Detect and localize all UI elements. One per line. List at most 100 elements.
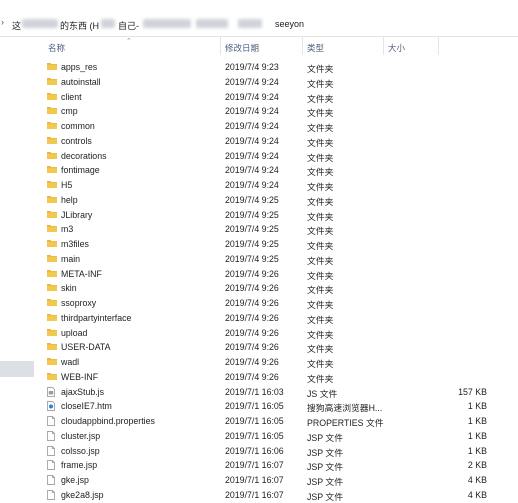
file-row[interactable]: autoinstall 2019/7/4 9:24 文件夹	[44, 75, 518, 90]
breadcrumb-segment-3[interactable]: 自己-	[118, 19, 139, 32]
file-icon	[47, 416, 58, 426]
file-row[interactable]: ajaxStub.js 2019/7/1 16:03 JS 文件 157 KB	[44, 385, 518, 400]
file-row[interactable]: closeIE7.htm 2019/7/1 16:05 搜狗高速浏览器H... 1 K…	[44, 399, 518, 414]
file-modified-date: 2019/7/4 9:26	[225, 327, 279, 338]
folder-icon	[47, 165, 58, 174]
file-row[interactable]: cluster.jsp 2019/7/1 16:05 JSP 文件 1 KB	[44, 429, 518, 444]
chevron-right-icon[interactable]: ›	[1, 17, 11, 27]
file-row[interactable]: decorations 2019/7/4 9:24 文件夹	[44, 149, 518, 164]
file-name: common	[61, 121, 95, 131]
file-row[interactable]: colsso.jsp 2019/7/1 16:06 JSP 文件 1 KB	[44, 444, 518, 459]
file-name: cmp	[61, 106, 78, 117]
file-name: m3	[61, 224, 74, 235]
file-size: 4 KB	[467, 475, 487, 485]
file-type: 文件夹	[307, 137, 334, 148]
file-row[interactable]: controls 2019/7/4 9:24 文件夹	[44, 134, 518, 149]
file-name: frame.jsp	[61, 460, 98, 471]
sort-caret-icon: ⌃	[126, 38, 132, 45]
folder-icon	[47, 180, 58, 189]
file-modified-date: 2019/7/4 9:24	[225, 165, 279, 176]
column-divider[interactable]	[438, 37, 439, 55]
file-row[interactable]: WEB-INF 2019/7/4 9:26 文件夹	[44, 370, 518, 385]
column-divider[interactable]	[220, 37, 221, 55]
file-name: cluster.jsp	[61, 430, 101, 441]
file-row[interactable]: cmp 2019/7/4 9:24 文件夹	[44, 104, 518, 119]
breadcrumb-segment-current[interactable]: seeyon	[275, 19, 304, 29]
file-type: 文件夹	[307, 123, 334, 133]
file-row[interactable]: META-INF 2019/7/4 9:26 文件夹	[44, 267, 518, 282]
column-divider[interactable]	[383, 37, 384, 55]
file-row[interactable]: fontimage 2019/7/4 9:24 文件夹	[44, 163, 518, 178]
file-name: client	[61, 91, 82, 102]
file-name: wadl	[61, 357, 80, 367]
file-type: JSP 文件	[307, 462, 344, 473]
file-row[interactable]: m3files 2019/7/4 9:25 文件夹	[44, 237, 518, 252]
file-modified-date: 2019/7/4 9:24	[225, 91, 279, 102]
file-modified-date: 2019/7/1 16:05	[225, 416, 284, 426]
file-row[interactable]: skin 2019/7/4 9:26 文件夹	[44, 281, 518, 296]
file-icon	[47, 489, 58, 500]
column-header-size[interactable]: 大小	[388, 42, 405, 54]
column-divider[interactable]	[302, 37, 303, 55]
breadcrumb-segment-1[interactable]: 这	[12, 19, 21, 32]
breadcrumb-segment-2[interactable]: 的东西 (H	[60, 19, 99, 32]
folder-icon	[47, 106, 58, 115]
file-row[interactable]: ssoproxy 2019/7/4 9:26 文件夹	[44, 296, 518, 311]
file-modified-date: 2019/7/1 16:05	[225, 401, 284, 412]
file-type: 文件夹	[307, 93, 334, 104]
file-modified-date: 2019/7/1 16:06	[225, 445, 284, 456]
file-modified-date: 2019/7/4 9:26	[225, 357, 279, 367]
file-size: 1 KB	[467, 401, 487, 412]
file-row[interactable]: thirdpartyinterface 2019/7/4 9:26 文件夹	[44, 311, 518, 326]
folder-icon	[47, 239, 58, 248]
file-name: closeIE7.htm	[61, 401, 112, 412]
file-name: gke.jsp	[61, 475, 89, 485]
file-row[interactable]: upload 2019/7/4 9:26 文件夹	[44, 326, 518, 341]
folder-icon	[47, 254, 58, 263]
file-type: 文件夹	[307, 182, 334, 192]
folder-icon	[47, 372, 58, 381]
folder-icon	[47, 342, 58, 351]
file-row[interactable]: cloudappbind.properties 2019/7/1 16:05 PRO…	[44, 414, 518, 429]
column-header-name[interactable]: 名称	[48, 42, 65, 54]
file-name: main	[61, 253, 81, 264]
file-row[interactable]: m3 2019/7/4 9:25 文件夹	[44, 222, 518, 237]
folder-icon	[47, 313, 58, 322]
file-row[interactable]: gke2a8.jsp 2019/7/1 16:07 JSP 文件 4 KB	[44, 488, 518, 503]
file-row[interactable]: USER-DATA 2019/7/4 9:26 文件夹	[44, 340, 518, 355]
file-type: PROPERTIES 文件	[307, 418, 384, 428]
file-row[interactable]: H5 2019/7/4 9:24 文件夹	[44, 178, 518, 193]
file-name: apps_res	[61, 62, 98, 72]
file-type: JSP 文件	[307, 491, 344, 502]
file-modified-date: 2019/7/1 16:07	[225, 489, 284, 500]
file-name: colsso.jsp	[61, 445, 100, 456]
file-name: autoinstall	[61, 76, 101, 87]
folder-icon	[47, 77, 58, 86]
file-name: ssoproxy	[61, 298, 97, 308]
file-name: controls	[61, 135, 92, 146]
file-name: cloudappbind.properties	[61, 416, 155, 426]
file-row[interactable]: main 2019/7/4 9:25 文件夹	[44, 252, 518, 267]
file-modified-date: 2019/7/4 9:26	[225, 298, 279, 308]
file-name: H5	[61, 180, 73, 190]
column-header-row: ⌃ 名称 修改日期 类型 大小	[0, 37, 518, 55]
address-breadcrumb[interactable]: › 这 的东西 (H 自己- seeyon	[0, 0, 518, 37]
column-header-type[interactable]: 类型	[307, 42, 324, 54]
file-row[interactable]: client 2019/7/4 9:24 文件夹	[44, 90, 518, 105]
file-row[interactable]: frame.jsp 2019/7/1 16:07 JSP 文件 2 KB	[44, 458, 518, 473]
file-row[interactable]: JLibrary 2019/7/4 9:25 文件夹	[44, 208, 518, 223]
file-row[interactable]: help 2019/7/4 9:25 文件夹	[44, 193, 518, 208]
file-row[interactable]: wadl 2019/7/4 9:26 文件夹	[44, 355, 518, 370]
file-type: JS 文件	[307, 388, 338, 399]
file-row[interactable]: gke.jsp 2019/7/1 16:07 JSP 文件 4 KB	[44, 473, 518, 488]
file-size: 1 KB	[467, 445, 487, 456]
file-type: JSP 文件	[307, 432, 344, 443]
file-size: 157 KB	[458, 386, 487, 397]
folder-icon	[47, 224, 58, 233]
file-row[interactable]: apps_res 2019/7/4 9:23 文件夹	[44, 60, 518, 75]
nav-selected-item[interactable]	[0, 361, 34, 377]
redacted-segment	[143, 19, 191, 28]
column-header-date[interactable]: 修改日期	[225, 42, 259, 54]
navigation-pane[interactable]	[0, 55, 44, 500]
file-row[interactable]: common 2019/7/4 9:24 文件夹	[44, 119, 518, 134]
